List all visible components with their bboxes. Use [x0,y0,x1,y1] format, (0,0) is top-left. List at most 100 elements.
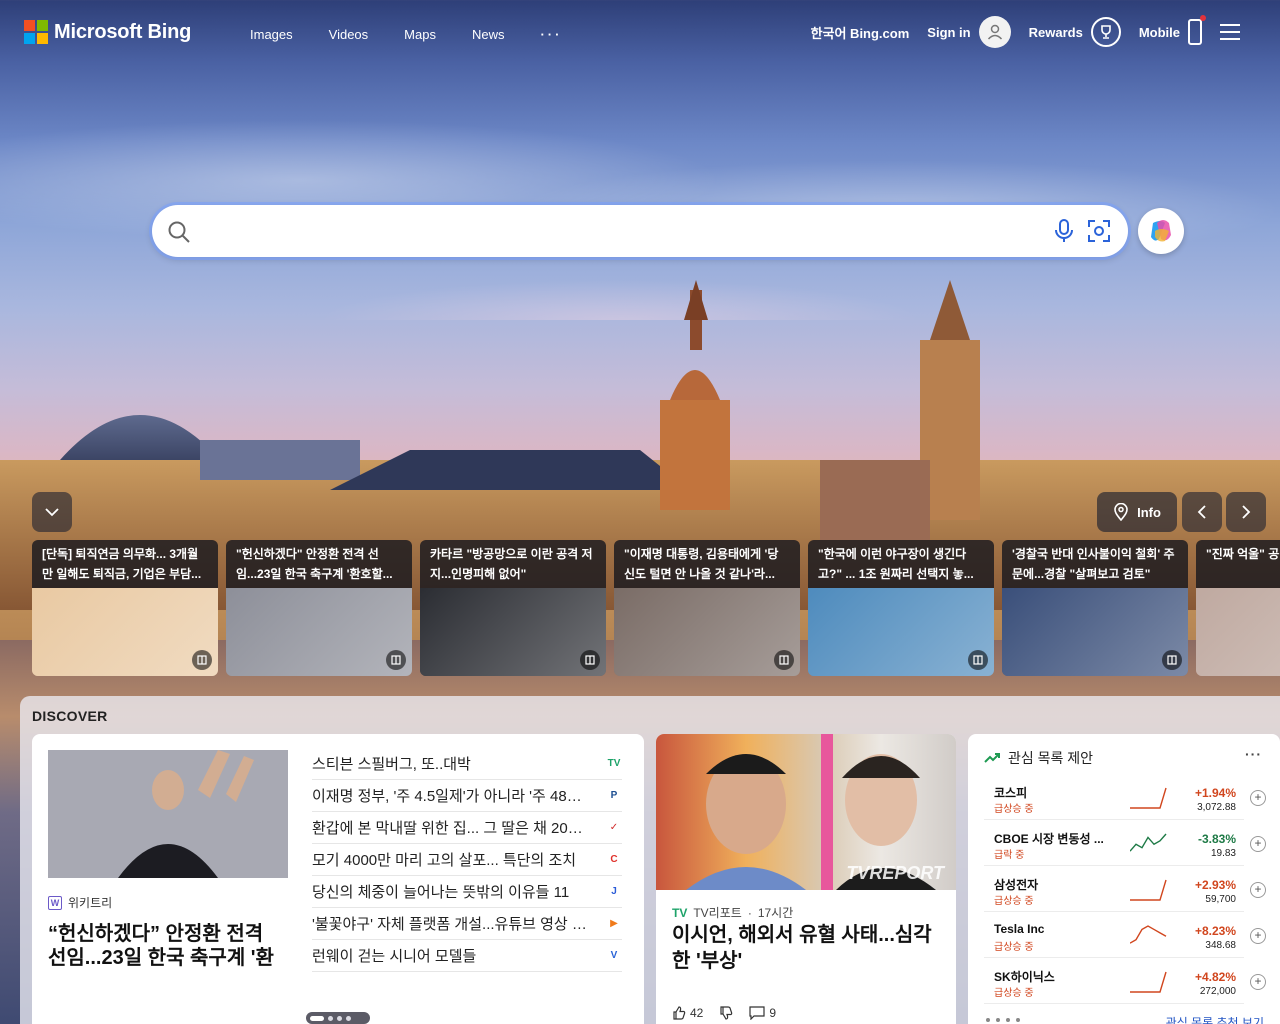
news-card-thumbnail [614,588,800,676]
news-card-thumbnail [420,588,606,676]
sign-in-button[interactable]: Sign in [927,16,1011,48]
news-card-title: "한국에 이런 야구장이 생긴다고?" ... 1조 원짜리 선택지 놓... [808,540,994,588]
news-card-thumbnail [1196,588,1280,676]
headline-item[interactable]: 스티븐 스필버그, 또..대박 TV [312,748,622,780]
story-card[interactable]: TVREPORT TV TV리포트 · 17시간 이시언, 해외서 유혈 사태.… [656,734,956,1024]
next-image-button[interactable] [1226,492,1266,532]
nav-videos[interactable]: Videos [311,25,387,44]
publisher-logo-icon: P [610,790,618,801]
story-headline[interactable]: 이시언, 해외서 유혈 사태...심각한 '부상' [672,922,944,974]
news-card[interactable]: "한국에 이런 야구장이 생긴다고?" ... 1조 원짜리 선택지 놓... [808,540,994,676]
feature-source[interactable]: W 위키트리 [48,894,112,911]
top-stories-panel: W 위키트리 “헌신하겠다” 안정환 전격 선임...23일 한국 축구계 '환… [32,734,644,1024]
headline-item[interactable]: 런웨이 걷는 시니어 모델들 V [312,940,622,972]
headline-item[interactable]: '불꽃야구' 자체 플랫폼 개설...유튜브 영상 삭제 ▶ [312,908,622,940]
nav-more-button[interactable]: ··· [522,25,580,44]
mobile-button[interactable]: Mobile [1139,15,1206,45]
news-card[interactable]: [단독] 퇴직연금 의무화... 3개월만 일해도 퇴직금, 기업은 부담... [32,540,218,676]
add-to-watchlist-button[interactable]: + [1250,790,1266,806]
like-button[interactable]: 42 [672,1006,703,1020]
slideshow-icon [968,650,988,670]
visual-search-icon[interactable] [1086,218,1112,244]
thumbs-down-icon [720,1006,733,1020]
news-card[interactable]: "이재명 대통령, 김용태에게 '당 신도 털면 안 나올 것 같나'라... [614,540,800,676]
watchlist-pager[interactable] [986,1018,1020,1022]
trophy-icon [1090,17,1121,47]
nav-maps[interactable]: Maps [386,25,454,44]
news-card[interactable]: "진짜 억울" 공격당했다... [1196,540,1280,676]
stock-name: 삼성전자 [994,878,1039,892]
stock-row[interactable]: CBOE 시장 변동성 ... 급락 중 -3.83% 19.83 + [984,826,1266,866]
news-card-thumbnail [808,588,994,676]
add-to-watchlist-button[interactable]: + [1250,882,1266,898]
headline-item[interactable]: 당신의 체중이 늘어나는 뜻밖의 이유들 11 J [312,876,622,908]
news-card-thumbnail [32,588,218,676]
watchlist-more-button[interactable]: ··· [1245,746,1262,762]
menu-icon[interactable] [1220,24,1240,40]
search-icon [168,221,190,243]
search-input[interactable] [196,219,1036,243]
stock-price: 3,072.88 [1197,802,1236,813]
stock-row[interactable]: 코스피 급상승 중 +1.94% 3,072.88 + [984,780,1266,820]
nav-images[interactable]: Images [232,25,311,44]
dislike-button[interactable] [719,1006,733,1020]
top-nav: Images Videos Maps News ··· [232,25,580,44]
region-link[interactable]: 한국어 Bing.com [811,23,910,42]
nav-news[interactable]: News [454,25,523,44]
stock-name: Tesla Inc [994,922,1045,936]
info-button[interactable]: Info [1097,492,1177,532]
news-card-title: "진짜 억울" 공격당했다... [1196,540,1280,588]
headline-text: '불꽃야구' 자체 플랫폼 개설...유튜브 영상 삭제 [312,916,592,933]
stock-status: 급상승 중 [994,988,1034,999]
news-card-title: "헌신하겠다" 안정환 전격 선임...23일 한국 축구계 '환호할... [226,540,412,588]
stock-row[interactable]: 삼성전자 급상승 중 +2.93% 59,700 + [984,872,1266,912]
stock-price: 59,700 [1205,894,1236,905]
slideshow-icon [192,650,212,670]
chevron-right-icon [1242,505,1251,519]
stock-row[interactable]: SK하이닉스 급상승 중 +4.82% 272,000 + [984,964,1266,1004]
copilot-button[interactable] [1138,208,1184,254]
add-to-watchlist-button[interactable]: + [1250,974,1266,990]
collapse-button[interactable] [32,492,72,532]
comment-button[interactable]: 9 [749,1006,776,1020]
wikitree-logo-icon: W [48,895,62,910]
bing-logo[interactable]: Microsoft Bing [24,20,191,44]
previous-image-button[interactable] [1182,492,1222,532]
rewards-label: Rewards [1028,24,1083,40]
stock-change: +8.23% [1194,924,1236,938]
news-card-title: "이재명 대통령, 김용태에게 '당 신도 털면 안 나올 것 같나'라... [614,540,800,588]
headline-item[interactable]: 모기 4000만 마리 고의 살포... 특단의 조치 C [312,844,622,876]
story-image: TVREPORT [656,734,956,890]
headline-text: 당신의 체중이 늘어나는 뜻밖의 이유들 11 [312,884,570,901]
feature-image[interactable] [48,750,288,878]
stock-sparkline [1130,925,1167,944]
headline-text: 런웨이 걷는 시니어 모델들 [312,948,477,965]
slideshow-icon [1162,650,1182,670]
rewards-button[interactable]: Rewards [1029,17,1121,47]
pager-indicator[interactable] [306,1012,370,1024]
search-box [152,205,1128,257]
chevron-left-icon [1197,505,1206,519]
publisher-logo-icon: ▶ [610,918,618,929]
stock-row[interactable]: Tesla Inc 급상승 중 +8.23% 348.68 + [984,918,1266,958]
watchlist-footer-link[interactable]: 관심 목록 추천 보기 [1166,1014,1264,1024]
feature-headline[interactable]: “헌신하겠다” 안정환 전격 선임...23일 한국 축구계 '환호' [48,922,284,970]
add-to-watchlist-button[interactable]: + [1250,836,1266,852]
headline-item[interactable]: 환갑에 본 막내딸 위한 집... 그 딸은 채 20살이 ✓ [312,812,622,844]
news-card[interactable]: "헌신하겠다" 안정환 전격 선임...23일 한국 축구계 '환호할... [226,540,412,676]
add-to-watchlist-button[interactable]: + [1250,928,1266,944]
news-card[interactable]: '경찰국 반대 인사불이익 철회' 주문에...경찰 "살펴보고 검토" [1002,540,1188,676]
microphone-icon[interactable] [1052,218,1076,244]
headline-text: 스티븐 스필버그, 또..대박 [312,756,471,773]
slideshow-icon [774,650,794,670]
publisher-logo-icon: V [610,950,618,961]
news-card[interactable]: 카타르 "방공망으로 이란 공격 저지...인명피해 없어" [420,540,606,676]
stock-price: 348.68 [1205,940,1236,951]
headline-item[interactable]: 이재명 정부, '주 4.5일제'가 아니라 '주 48시간' P [312,780,622,812]
stock-name: 코스피 [994,786,1028,800]
sign-in-label: Sign in [927,24,971,40]
microsoft-logo-icon [24,20,48,44]
copilot-icon [1151,220,1171,242]
feature-source-label: 위키트리 [68,896,113,910]
stock-status: 급상승 중 [994,896,1034,907]
